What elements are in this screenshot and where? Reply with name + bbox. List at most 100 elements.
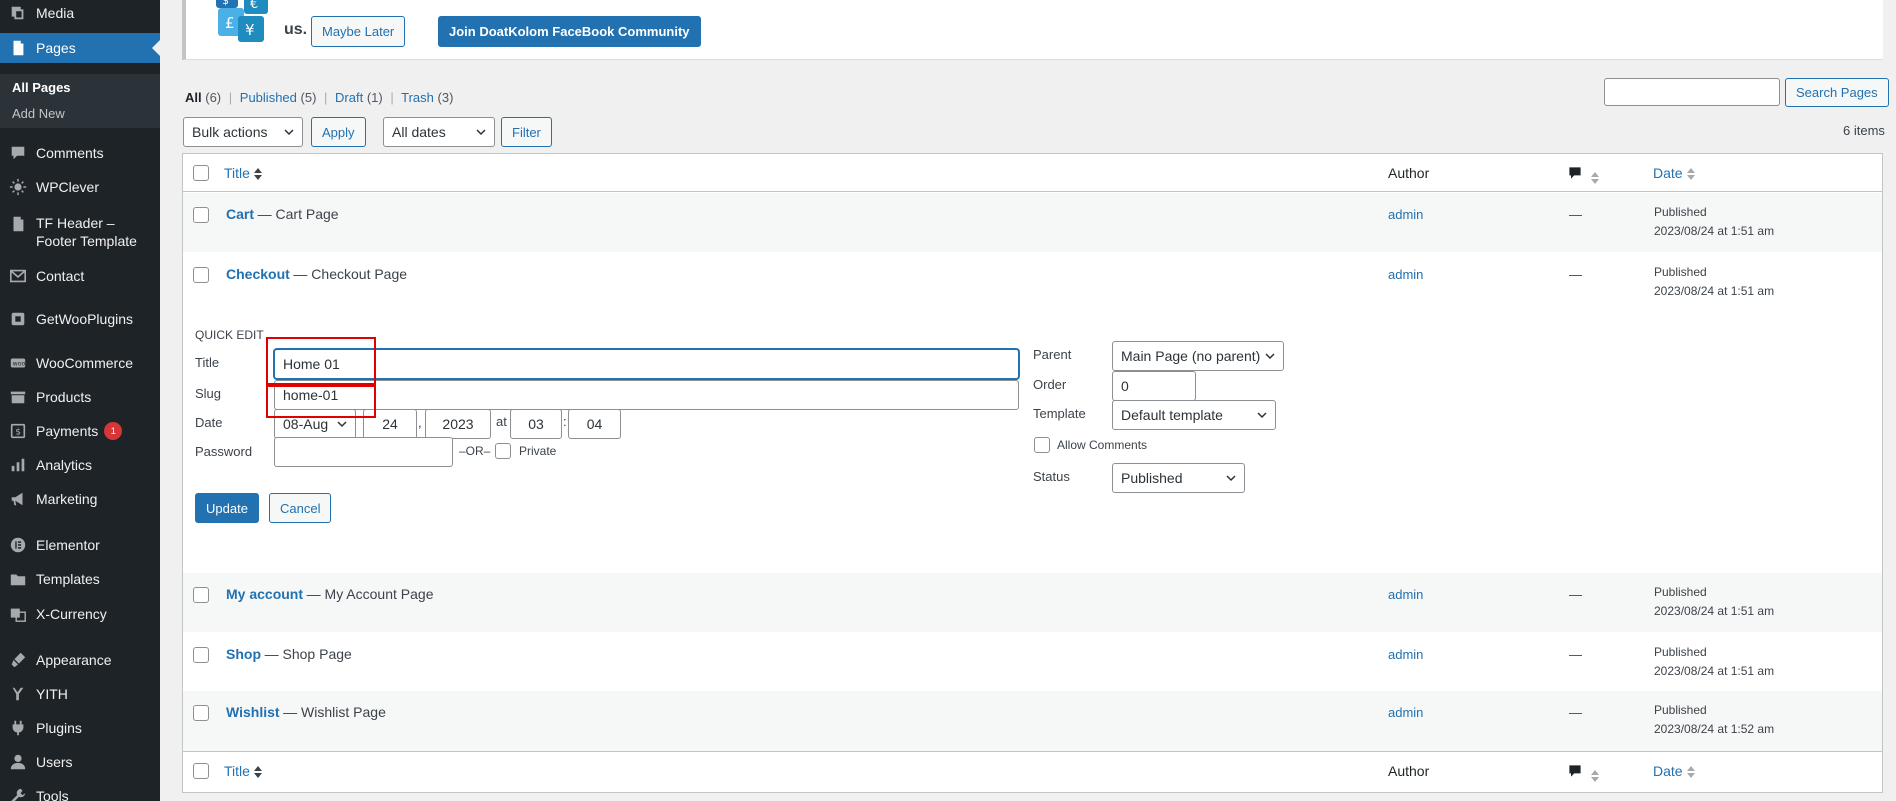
sidebar-item-tf-header[interactable]: TF Header – Footer Template [0,214,160,254]
page-title-link[interactable]: Shop [226,646,261,662]
row-checkbox[interactable] [193,647,209,663]
search-input[interactable] [1604,78,1780,106]
sidebar-item-marketing[interactable]: Marketing [0,484,160,514]
page-title-link[interactable]: Wishlist [226,704,280,720]
column-date-header[interactable]: Date [1653,165,1695,181]
sidebar-item-media[interactable]: Media [0,0,160,28]
column-title-header[interactable]: Title [224,165,262,181]
row-checkbox[interactable] [193,587,209,603]
date-status: Published [1654,703,1707,717]
sidebar-item-tools[interactable]: Tools [0,781,160,801]
svg-text:$: $ [222,0,229,7]
submenu-all-pages[interactable]: All Pages [12,80,71,95]
title-label: Title [195,355,220,370]
status-select[interactable]: Published [1112,463,1245,493]
row-checkbox[interactable] [193,267,209,283]
sidebar-item-comments[interactable]: Comments [0,138,160,168]
sidebar-item-products[interactable]: Products [0,382,160,412]
date-value: 2023/08/24 at 1:51 am [1654,604,1775,618]
sort-icon [1686,168,1695,181]
sidebar-item-elementor[interactable]: Elementor [0,530,160,560]
join-community-button[interactable]: Join DoatKolom FaceBook Community [438,16,701,47]
slug-label: Slug [195,386,222,401]
allow-comments-checkbox[interactable] [1034,437,1050,453]
svg-text:¥: ¥ [245,21,255,39]
chevron-down-icon [1265,353,1275,360]
filter-draft[interactable]: Draft (1) [335,90,383,105]
tools-icon [0,787,36,801]
products-icon [0,388,36,406]
column-date-footer[interactable]: Date [1653,763,1695,779]
sidebar-item-pages[interactable]: Pages [0,33,160,63]
payments-icon: $ [0,422,36,440]
filter-trash[interactable]: Trash (3) [401,90,453,105]
cancel-button[interactable]: Cancel [269,493,332,523]
sidebar-item-payments[interactable]: $ Payments 1 [0,416,160,446]
author-link[interactable]: admin [1388,587,1423,602]
page-title-link[interactable]: Checkout [226,266,290,282]
update-button[interactable]: Update [195,493,259,523]
search-pages-button[interactable]: Search Pages [1785,78,1889,107]
date-filter-select[interactable]: All dates [383,117,495,147]
sort-icon [253,168,262,181]
minute-field[interactable]: 04 [568,409,621,439]
contact-icon [0,267,36,285]
sidebar-item-appearance[interactable]: Appearance [0,645,160,675]
title-field[interactable]: Home 01 [274,349,1019,379]
bulk-actions-select[interactable]: Bulk actions [183,117,303,147]
column-comments-footer[interactable] [1567,763,1599,783]
sidebar-item-analytics[interactable]: Analytics [0,450,160,480]
analytics-icon [0,456,36,474]
table-footer: Title Author Date [183,751,1882,789]
comment-count: — [1569,207,1582,222]
filter-published[interactable]: Published (5) [240,90,317,105]
select-all-checkbox[interactable] [193,165,209,181]
chevron-down-icon [337,421,347,428]
hour-field[interactable]: 03 [510,409,562,439]
svg-text:€: € [250,0,258,12]
sidebar-item-users[interactable]: Users [0,747,160,777]
column-title-footer[interactable]: Title [224,763,262,779]
author-link[interactable]: admin [1388,207,1423,222]
sidebar-item-yith[interactable]: YITH [0,679,160,709]
author-link[interactable]: admin [1388,705,1423,720]
column-comments-header[interactable] [1567,165,1599,185]
maybe-later-button[interactable]: Maybe Later [311,16,406,47]
year-field[interactable]: 2023 [425,409,491,439]
author-link[interactable]: admin [1388,267,1423,282]
sidebar-item-woocommerce[interactable]: woo WooCommerce [0,348,160,378]
parent-select[interactable]: Main Page (no parent) [1112,341,1284,371]
template-select[interactable]: Default template [1112,400,1276,430]
column-author-header: Author [1388,165,1430,181]
pages-icon [0,39,36,57]
filter-button[interactable]: Filter [501,117,552,147]
select-all-checkbox[interactable] [193,763,209,779]
apply-button[interactable]: Apply [311,117,366,147]
row-checkbox[interactable] [193,207,209,223]
date-label: Date [195,415,223,430]
page-title-link[interactable]: Cart [226,206,254,222]
sidebar-item-getwooplugins[interactable]: GetWooPlugins [0,304,160,334]
page-title-link[interactable]: My account [226,586,303,602]
sidebar-item-x-currency[interactable]: X-Currency [0,599,160,629]
media-icon [0,4,36,22]
author-link[interactable]: admin [1388,647,1423,662]
sidebar-item-templates[interactable]: Templates [0,564,160,594]
sidebar-item-wpclever[interactable]: WPClever [0,172,160,202]
private-checkbox[interactable] [495,443,511,459]
comment-count: — [1569,267,1582,282]
comment-bubble-icon [1569,167,1581,179]
sidebar-item-plugins[interactable]: Plugins [0,713,160,743]
slug-field[interactable]: home-01 [274,380,1019,410]
private-label: Private [519,444,557,458]
sidebar-item-contact[interactable]: Contact [0,261,160,291]
row-checkbox[interactable] [193,705,209,721]
order-field[interactable]: 0 [1112,371,1196,401]
highlight-slug-box [266,385,376,418]
password-field[interactable] [274,437,453,467]
allow-comments-label: Allow Comments [1057,438,1148,452]
date-value: 2023/08/24 at 1:51 am [1654,224,1775,238]
submenu-add-new[interactable]: Add New [12,106,65,121]
filter-all[interactable]: All (6) [185,90,221,105]
currency-icon: $ € £ ¥ [216,0,268,42]
